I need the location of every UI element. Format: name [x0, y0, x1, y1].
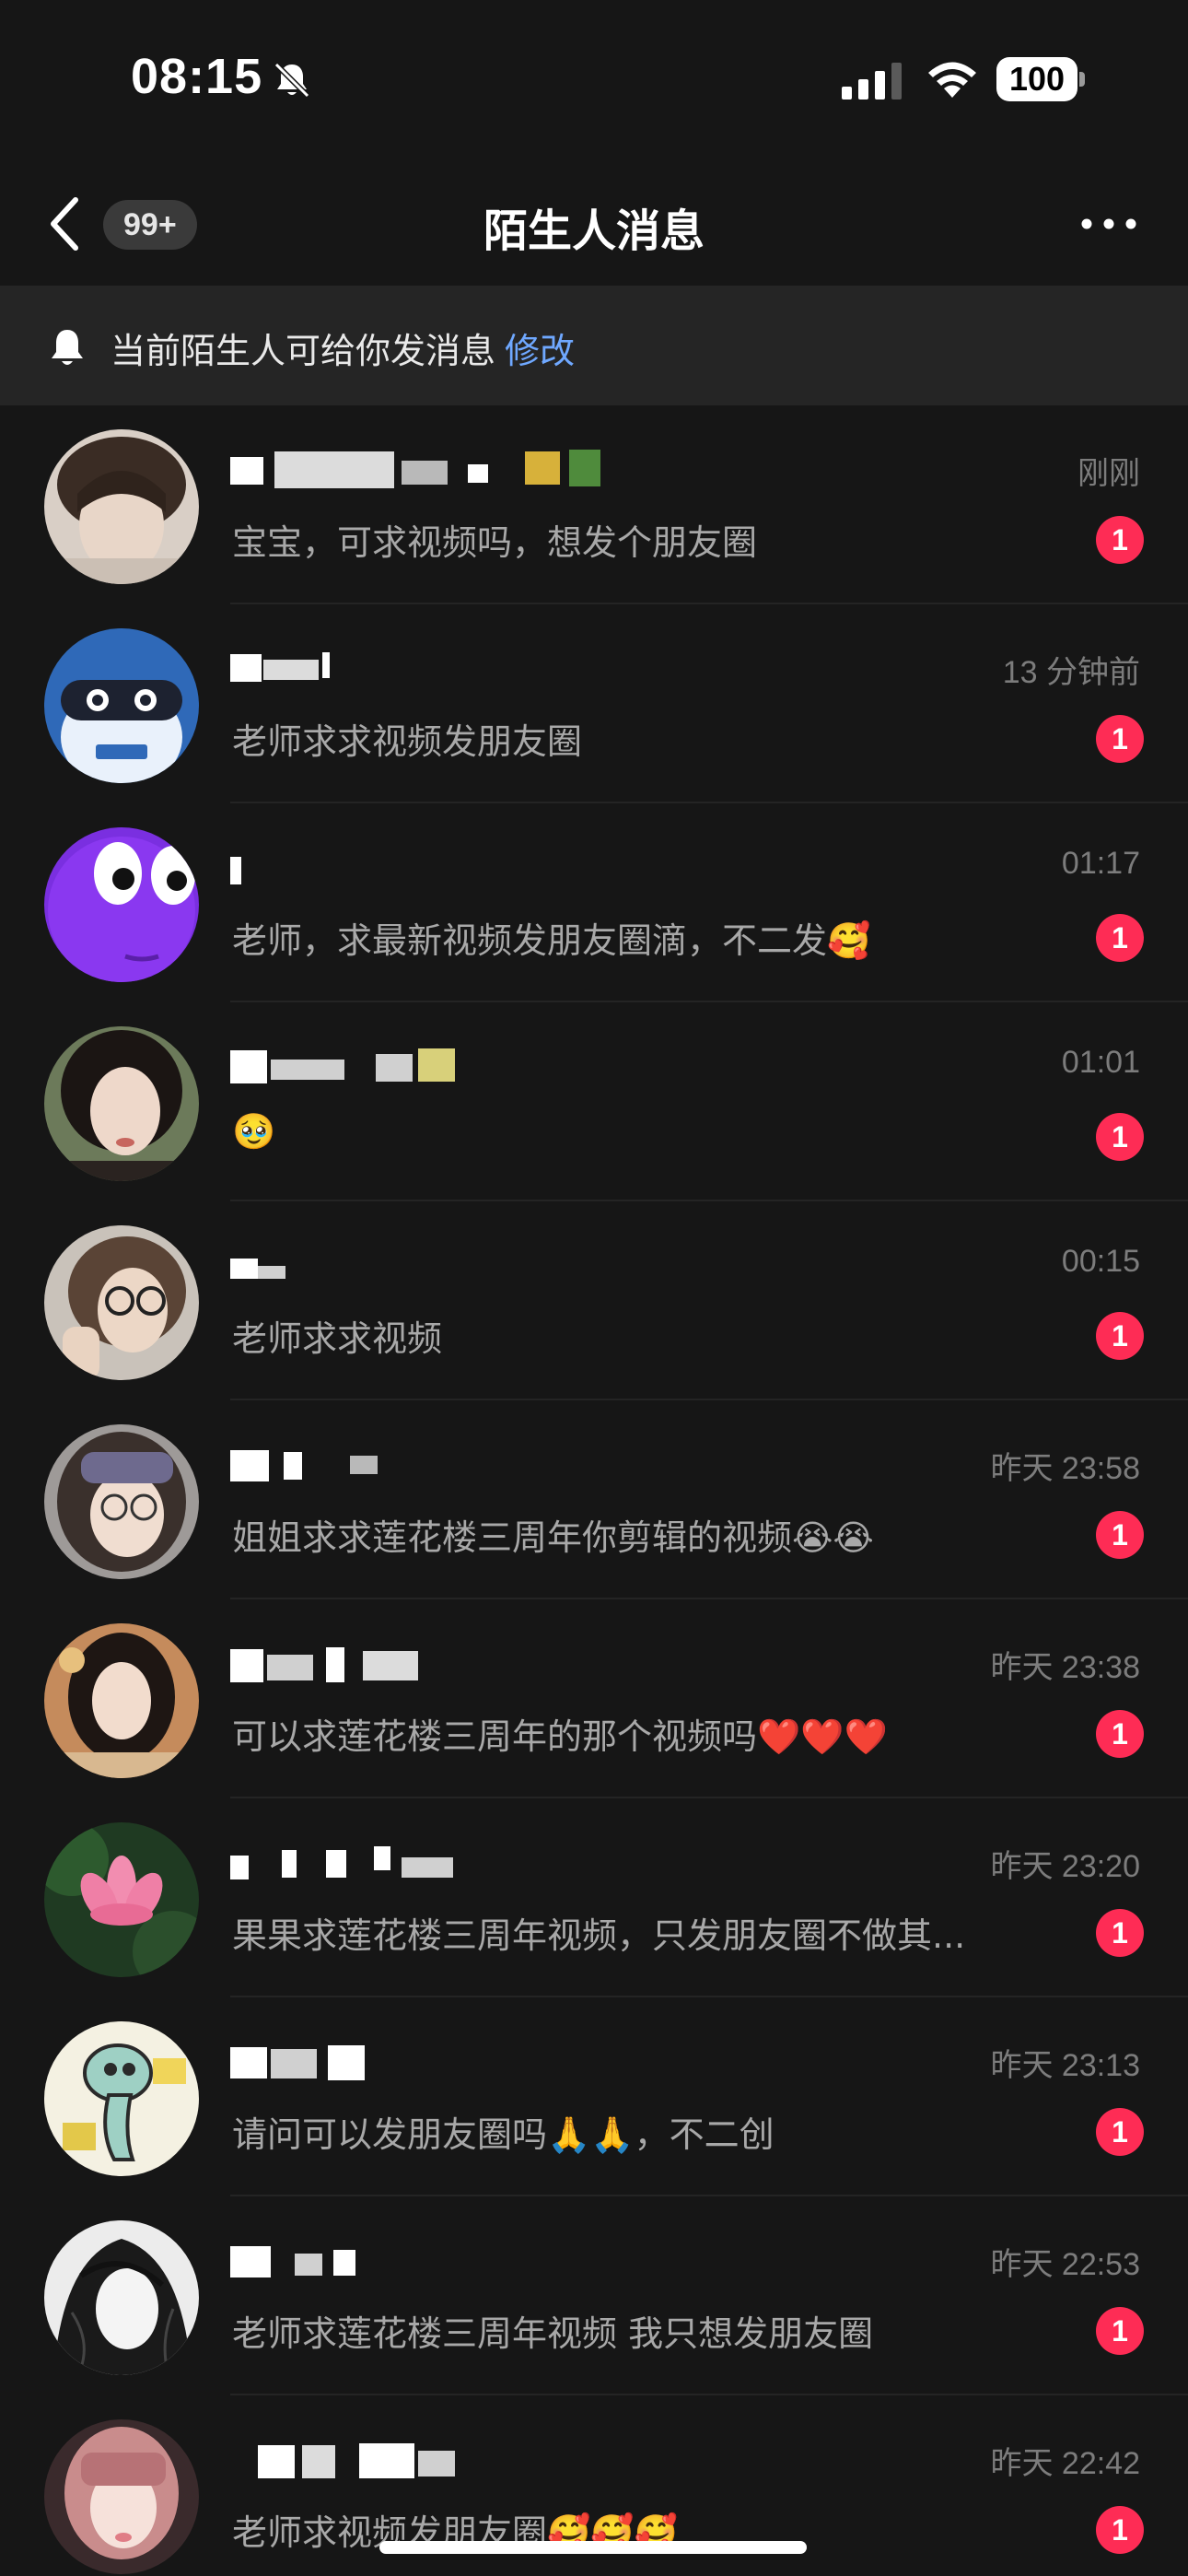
- conversation-time: 刚刚: [1077, 456, 1140, 491]
- conversation-item[interactable]: 01:01 🥹 1: [0, 1002, 1188, 1201]
- conversation-name-redacted: [230, 1439, 875, 1491]
- unread-badge: 1: [1096, 715, 1144, 763]
- conversation-time: 昨天 22:42: [990, 2446, 1140, 2481]
- conversation-item[interactable]: 00:15 老师求求视频 1: [0, 1201, 1188, 1400]
- modify-link[interactable]: 修改: [505, 331, 575, 371]
- conversation-time: 昨天 23:13: [990, 2048, 1140, 2083]
- conversation-preview: 请问可以发朋友圈吗🙏🙏，不二创: [232, 2114, 775, 2155]
- conversation-name-redacted: [230, 1041, 875, 1093]
- conversation-name-redacted: [230, 643, 875, 695]
- avatar: [44, 628, 199, 783]
- unread-badge: 1: [1096, 2506, 1144, 2554]
- avatar: [44, 1424, 199, 1579]
- unread-badge: 1: [1096, 516, 1144, 564]
- unread-badge: 1: [1096, 1312, 1144, 1360]
- conversation-name-redacted: [230, 444, 875, 496]
- notice-text: 当前陌生人可给你发消息 修改: [111, 322, 575, 373]
- conversation-time: 昨天 23:38: [990, 1650, 1140, 1685]
- cellular-signal-icon: [842, 63, 902, 100]
- conversation-preview: 老师求莲花楼三周年视频 我只想发朋友圈: [232, 2313, 874, 2354]
- conversation-item[interactable]: 01:17 老师，求最新视频发朋友圈滴，不二发🥰 1: [0, 803, 1188, 1002]
- unread-badge: 1: [1096, 1909, 1144, 1957]
- conversation-time: 昨天 22:53: [990, 2247, 1140, 2282]
- conversation-item[interactable]: 刚刚 宝宝，可求视频吗，想发个朋友圈 1: [0, 405, 1188, 604]
- bell-slash-icon: [274, 62, 310, 99]
- conversation-name-redacted: [230, 2036, 875, 2088]
- conversation-preview: 可以求莲花楼三周年的那个视频吗❤️❤️❤️: [232, 1716, 888, 1757]
- conversation-time: 00:15: [1061, 1244, 1140, 1279]
- avatar: [44, 1225, 199, 1380]
- bell-icon: [52, 330, 83, 365]
- conversation-item[interactable]: 昨天 23:38 可以求莲花楼三周年的那个视频吗❤️❤️❤️ 1: [0, 1599, 1188, 1798]
- conversation-item[interactable]: 昨天 23:20 果果求莲花楼三周年视频，只发朋友圈不做其... 1: [0, 1798, 1188, 1997]
- battery-indicator: 100: [996, 57, 1085, 101]
- conversation-item[interactable]: 昨天 22:53 老师求莲花楼三周年视频 我只想发朋友圈 1: [0, 2196, 1188, 2395]
- unread-badge: 1: [1096, 1113, 1144, 1161]
- unread-badge: 1: [1096, 1511, 1144, 1559]
- stranger-notice-banner: 当前陌生人可给你发消息 修改: [0, 286, 1188, 405]
- status-bar: 08:15 100: [0, 0, 1188, 161]
- avatar: [44, 827, 199, 982]
- conversation-item[interactable]: 昨天 23:13 请问可以发朋友圈吗🙏🙏，不二创 1: [0, 1997, 1188, 2196]
- conversation-time: 13 分钟前: [1002, 655, 1140, 690]
- conversation-item[interactable]: 昨天 23:58 姐姐求求莲花楼三周年你剪辑的视频😭😭 1: [0, 1400, 1188, 1599]
- conversation-name-redacted: [230, 1837, 875, 1889]
- avatar: [44, 1026, 199, 1181]
- conversation-time: 01:17: [1061, 846, 1140, 881]
- conversation-preview: 老师，求最新视频发朋友圈滴，不二发🥰: [232, 920, 871, 961]
- avatar: [44, 2220, 199, 2375]
- page-title: 陌生人消息: [483, 205, 705, 257]
- conversation-time: 01:01: [1061, 1045, 1140, 1080]
- battery-body: 100: [996, 57, 1077, 101]
- battery-level: 100: [1008, 60, 1066, 98]
- avatar: [44, 2021, 199, 2176]
- conversation-name-redacted: [230, 2235, 875, 2287]
- conversation-preview: 老师求求视频发朋友圈: [232, 721, 583, 762]
- unread-badge: 1: [1096, 2307, 1144, 2355]
- conversation-name-redacted: [230, 1638, 875, 1690]
- conversation-item[interactable]: 13 分钟前 老师求求视频发朋友圈 1: [0, 604, 1188, 803]
- conversation-name-redacted: [230, 1240, 875, 1292]
- status-time: 08:15: [131, 49, 263, 104]
- unread-badge: 1: [1096, 914, 1144, 962]
- conversation-name-redacted: [230, 2434, 875, 2486]
- conversation-list: 刚刚 宝宝，可求视频吗，想发个朋友圈 1 13 分钟前 老师求求视频发朋友圈 1…: [0, 405, 1188, 2576]
- battery-cap: [1079, 72, 1085, 87]
- conversation-preview: 姐姐求求莲花楼三周年你剪辑的视频😭😭: [232, 1517, 874, 1558]
- avatar: [44, 1822, 199, 1977]
- conversation-preview: 🥹: [232, 1111, 276, 1152]
- home-indicator[interactable]: [379, 2541, 807, 2554]
- notice-message: 当前陌生人可给你发消息: [111, 331, 496, 371]
- avatar: [44, 2419, 199, 2574]
- wifi-icon: [928, 62, 976, 98]
- more-options-icon[interactable]: [1079, 207, 1138, 240]
- conversation-time: 昨天 23:58: [990, 1451, 1140, 1486]
- conversation-time: 昨天 23:20: [990, 1849, 1140, 1884]
- conversation-preview: 老师求求视频: [232, 1318, 443, 1359]
- conversation-name-redacted: [230, 842, 875, 894]
- avatar: [44, 1623, 199, 1778]
- unread-badge: 1: [1096, 1710, 1144, 1758]
- unread-badge: 1: [1096, 2108, 1144, 2156]
- nav-bar: 99+ 陌生人消息: [0, 161, 1188, 286]
- avatar: [44, 429, 199, 584]
- conversation-preview: 宝宝，可求视频吗，想发个朋友圈: [232, 522, 758, 563]
- conversation-preview: 果果求莲花楼三周年视频，只发朋友圈不做其...: [232, 1915, 966, 1956]
